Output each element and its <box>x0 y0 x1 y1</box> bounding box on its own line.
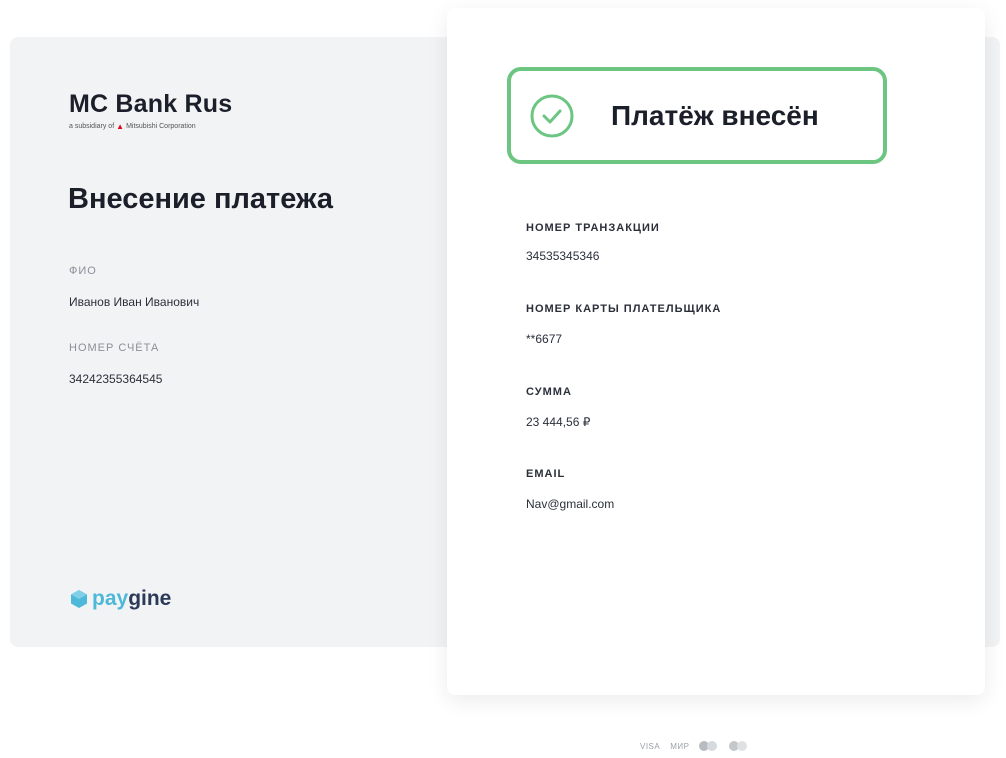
payment-status-text: Платёж внесён <box>611 99 819 131</box>
payment-systems-footer: VISA МИР <box>640 741 749 751</box>
transaction-label: НОМЕР ТРАНЗАКЦИИ <box>526 222 660 234</box>
account-value: 34242355364545 <box>69 372 163 386</box>
visa-logo: VISA <box>640 741 661 751</box>
paygine-hexagon-icon <box>70 590 88 608</box>
page-title: Внесение платежа <box>68 183 334 215</box>
check-circle-icon <box>529 93 575 139</box>
paygine-wordmark: paygine <box>92 587 172 610</box>
mitsubishi-logo-icon: ▲ <box>116 122 125 131</box>
mir-logo: МИР <box>670 741 690 751</box>
mastercard-icon <box>699 741 719 751</box>
maestro-icon <box>729 741 749 751</box>
email-label: EMAIL <box>526 468 566 480</box>
fio-label: ФИО <box>69 265 97 277</box>
card-number-value: **6677 <box>526 332 563 346</box>
email-value: Nav@gmail.com <box>526 497 615 511</box>
payment-status-banner: Платёж внесён <box>507 67 887 164</box>
amount-value: 23 444,56 ₽ <box>526 415 591 429</box>
card-number-label: НОМЕР КАРТЫ ПЛАТЕЛЬЩИКА <box>526 303 722 315</box>
bank-subtitle-pre: a subsidiary of <box>69 123 115 130</box>
bank-subtitle-post: Mitsubishi Corporation <box>126 123 196 130</box>
fio-value: Иванов Иван Иванович <box>69 295 200 309</box>
bank-subtitle: a subsidiary of ▲ Mitsubishi Corporation <box>69 122 232 131</box>
transaction-value: 34535345346 <box>526 249 600 263</box>
account-label: НОМЕР СЧЁТА <box>69 342 160 354</box>
bank-logo: MC Bank Rus a subsidiary of ▲ Mitsubishi… <box>69 90 232 131</box>
amount-label: СУММА <box>526 386 572 398</box>
paygine-logo: paygine <box>70 587 171 611</box>
bank-name: MC Bank Rus <box>69 90 233 118</box>
